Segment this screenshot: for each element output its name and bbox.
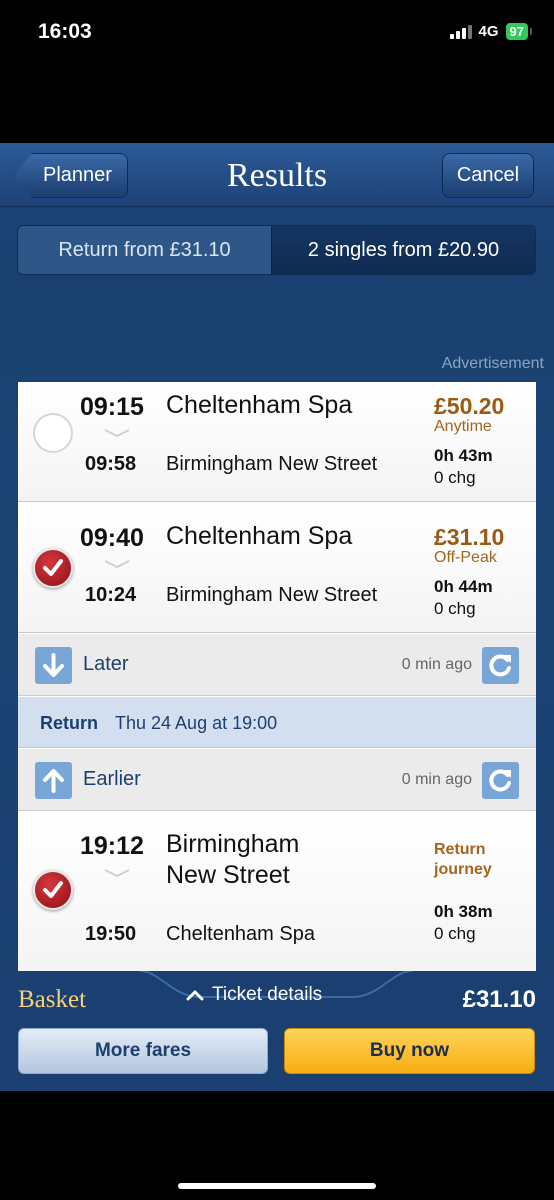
return-journey-row[interactable]: 19:12 Birmingham New Street 19:50 Chelte… [18,812,536,974]
arrival-station: Birmingham New Street [166,584,378,606]
journey-duration: 0h 38m [434,902,493,921]
return-journey-note-line1: Return [434,841,486,858]
basket-label: Basket [18,986,87,1013]
chevron-down-icon [104,429,130,438]
return-section-header: Return Thu 24 Aug at 19:00 [18,697,536,748]
network-type: 4G [478,23,499,40]
cancel-button[interactable]: Cancel [442,153,534,198]
later-label: Later [83,653,129,675]
return-label: Return [40,713,98,733]
tab-two-singles[interactable]: 2 singles from £20.90 [271,226,535,274]
departure-time: 09:15 [80,393,144,421]
arrival-time: 09:58 [85,453,137,475]
buy-now-button[interactable]: Buy now [284,1028,535,1074]
chevron-down-icon [104,869,130,878]
arrow-down-icon[interactable] [35,647,72,684]
unselected-radio-icon[interactable] [33,413,73,453]
navigation-bar: Planner Results Cancel [0,143,554,207]
home-indicator[interactable] [178,1183,376,1189]
earlier-trains-row[interactable]: Earlier 0 min ago [18,749,536,811]
last-updated-text: 0 min ago [401,771,472,788]
journey-duration: 0h 44m [434,577,493,596]
selected-check-icon[interactable] [33,548,73,588]
return-datetime: Thu 24 Aug at 19:00 [115,713,278,733]
journey-results-list: 09:15 Cheltenham Spa 09:58 Birmingham Ne… [18,382,536,974]
arrival-station: Cheltenham Spa [166,923,315,945]
last-updated-text: 0 min ago [401,656,472,673]
advertisement-label: Advertisement [441,355,544,372]
changes-count: 0 chg [434,468,476,487]
status-time: 16:03 [38,20,92,43]
changes-count: 0 chg [434,599,476,618]
chevron-down-icon [104,560,130,569]
fare-price: £50.20 [434,393,505,419]
departure-station: Cheltenham Spa [166,522,353,550]
earlier-label: Earlier [83,768,141,790]
fare-type: Anytime [434,418,492,435]
departure-station-line1: Birmingham [166,830,300,858]
departure-station: Cheltenham Spa [166,391,353,419]
status-bar: 16:03 4G 97 [0,0,554,64]
tab-return[interactable]: Return from £31.10 [18,226,272,274]
chevron-up-icon [186,990,204,1001]
refresh-icon[interactable] [482,762,519,799]
departure-time: 09:40 [80,524,144,552]
refresh-icon[interactable] [482,647,519,684]
departure-station-line2: New Street [166,861,290,889]
journey-duration: 0h 43m [434,446,493,465]
return-journey-note-line2: journey [434,861,492,878]
battery-icon: 97 [505,23,533,40]
signal-icon [449,24,472,39]
results-screen: Planner Results Cancel Return from £31.1… [0,143,554,1091]
changes-count: 0 chg [434,924,476,943]
ticket-details-toggle[interactable]: Ticket details [186,984,322,1006]
arrival-station: Birmingham New Street [166,453,378,475]
journey-row[interactable]: 09:15 Cheltenham Spa 09:58 Birmingham Ne… [18,382,536,502]
ticket-details-label: Ticket details [212,984,323,1005]
selected-check-icon[interactable] [33,870,73,910]
arrival-time: 19:50 [85,923,137,945]
status-indicators: 4G 97 [449,23,533,40]
more-fares-button[interactable]: More fares [18,1028,268,1074]
journey-row[interactable]: 09:40 Cheltenham Spa 10:24 Birmingham Ne… [18,503,536,633]
fare-type: Off-Peak [434,549,497,566]
later-trains-row[interactable]: Later 0 min ago [18,634,536,696]
fare-price: £31.10 [434,524,505,550]
fare-type-segmented-control: Return from £31.10 2 singles from £20.90 [17,225,536,275]
arrival-time: 10:24 [85,584,137,606]
basket-bar: Basket Ticket details £31.10 More fares … [0,971,554,1091]
basket-total: £31.10 [462,986,536,1013]
arrow-up-icon[interactable] [35,762,72,799]
departure-time: 19:12 [80,832,144,860]
